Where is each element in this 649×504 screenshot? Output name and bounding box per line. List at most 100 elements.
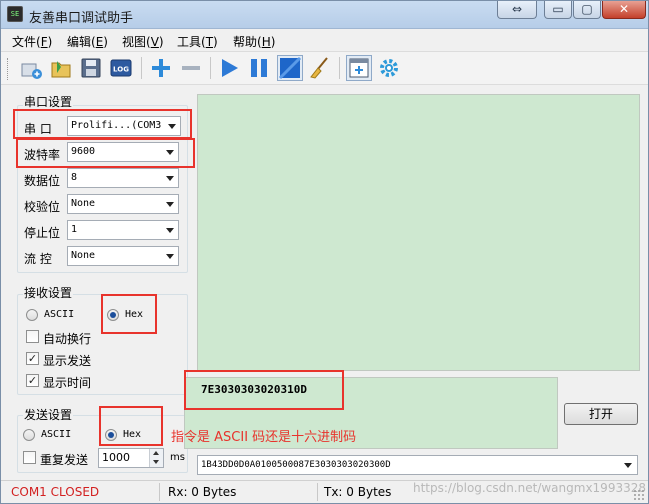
stop-bits-select-value: 1 xyxy=(71,224,78,235)
send-text-highlight-box xyxy=(184,370,344,410)
menu-bar: 文件(F) 编辑(E) 视图(V) 工具(T) 帮助(H) xyxy=(1,30,648,50)
baud-highlight-box xyxy=(16,138,195,168)
parity-select[interactable]: None xyxy=(67,194,179,214)
toolbar-separator xyxy=(141,57,142,79)
status-separator xyxy=(317,483,318,501)
serial-settings-title: 串口设置 xyxy=(23,93,74,110)
menu-file[interactable]: 文件(F) xyxy=(12,33,52,50)
title-bar[interactable]: SE 友善串口调试助手 ⇔ ▭ ▢ ✕ xyxy=(1,1,648,29)
remove-icon[interactable] xyxy=(178,55,204,81)
menu-file-label: 文件( xyxy=(12,35,41,49)
settings-gear-icon[interactable] xyxy=(376,55,402,81)
menu-help-label: 帮助( xyxy=(233,35,262,49)
toolbar-grip[interactable] xyxy=(7,58,10,80)
receive-ascii-radio[interactable] xyxy=(26,309,38,321)
receive-ascii-label: ASCII xyxy=(44,309,75,320)
menu-help-key: H xyxy=(261,35,271,49)
stop-bits-label: 停止位 xyxy=(24,226,61,240)
clear-broom-icon[interactable] xyxy=(307,55,333,81)
chevron-down-icon xyxy=(166,228,174,233)
flow-select[interactable]: None xyxy=(67,246,179,266)
open-port-button[interactable]: 打开 xyxy=(564,403,638,425)
send-ascii-label: ASCII xyxy=(41,429,72,440)
menu-file-key: F xyxy=(40,35,48,49)
send-ascii-radio[interactable] xyxy=(23,429,35,441)
send-hex-highlight-box xyxy=(99,406,163,446)
log-icon[interactable]: LOG xyxy=(108,55,134,81)
repeat-send-label: 重复发送 xyxy=(40,453,89,467)
show-send-label: 显示发送 xyxy=(43,354,92,368)
window-title: 友善串口调试助手 xyxy=(29,11,134,26)
menu-tools[interactable]: 工具(T) xyxy=(177,33,218,50)
chevron-down-icon xyxy=(166,176,174,181)
maximize-button[interactable]: ▢ xyxy=(573,1,601,19)
menu-tools-end: ) xyxy=(213,35,218,49)
app-logo-icon: SE xyxy=(7,6,23,22)
chevron-down-icon xyxy=(166,202,174,207)
data-bits-select[interactable]: 8 xyxy=(67,168,179,188)
add-icon[interactable] xyxy=(148,55,174,81)
menu-edit[interactable]: 编辑(E) xyxy=(67,33,108,50)
save-icon[interactable] xyxy=(78,55,104,81)
new-window-icon[interactable] xyxy=(346,55,372,81)
send-history-value: 1B43DD0D0A0100500087E3030303020300D xyxy=(201,460,391,470)
decrement-arrow-icon[interactable] xyxy=(149,458,163,467)
flow-select-value: None xyxy=(71,250,96,261)
auto-wrap-label: 自动换行 xyxy=(43,332,92,346)
menu-file-end: ) xyxy=(47,35,53,49)
repeat-send-checkbox[interactable] xyxy=(23,451,36,464)
port-highlight-box xyxy=(13,109,192,139)
log-icon-text: LOG xyxy=(113,66,129,74)
window-icon[interactable] xyxy=(277,55,303,81)
repeat-interval-stepper[interactable]: 1000 xyxy=(98,448,164,468)
chevron-down-icon xyxy=(166,254,174,259)
new-connection-icon[interactable] xyxy=(18,55,44,81)
receive-display-area[interactable] xyxy=(197,94,640,371)
data-bits-select-value: 8 xyxy=(71,172,78,183)
menu-tools-key: T xyxy=(205,35,214,49)
menu-edit-label: 编辑( xyxy=(67,35,96,49)
app-window: SE 友善串口调试助手 ⇔ ▭ ▢ ✕ 文件(F) 编辑(E) 视图(V) 工具… xyxy=(0,0,649,504)
menu-tools-label: 工具( xyxy=(177,35,206,49)
flow-label: 流 控 xyxy=(24,252,52,266)
stop-bits-select[interactable]: 1 xyxy=(67,220,179,240)
parity-label: 校验位 xyxy=(24,200,61,214)
toolbar-separator xyxy=(339,57,340,79)
watermark-text: https://blog.csdn.net/wangmx1993328 xyxy=(413,481,646,495)
show-time-label: 显示时间 xyxy=(43,376,92,390)
menu-help-end: ) xyxy=(270,35,276,49)
tx-count-text: Tx: 0 Bytes xyxy=(324,485,392,499)
toolbar: LOG xyxy=(1,51,648,85)
menu-help[interactable]: 帮助(H) xyxy=(233,33,275,50)
menu-view-end: ) xyxy=(158,35,164,49)
annotation-text: 指令是 ASCII 码还是十六进制码 xyxy=(171,430,357,445)
menu-edit-end: ) xyxy=(103,35,108,49)
menu-view[interactable]: 视图(V) xyxy=(122,33,164,50)
increment-arrow-icon[interactable] xyxy=(149,449,163,458)
chevron-down-icon xyxy=(624,463,632,468)
send-settings-title: 发送设置 xyxy=(23,406,74,423)
show-time-checkbox[interactable]: ✓ xyxy=(26,374,39,387)
interval-unit-label: ms xyxy=(170,452,185,463)
menu-view-key: V xyxy=(150,35,159,49)
repeat-interval-value: 1000 xyxy=(102,451,130,464)
menu-view-label: 视图( xyxy=(122,35,151,49)
rx-count-text: Rx: 0 Bytes xyxy=(168,485,237,499)
status-separator xyxy=(159,483,160,501)
send-history-select[interactable]: 1B43DD0D0A0100500087E3030303020300D xyxy=(197,455,638,475)
parity-select-value: None xyxy=(71,198,96,209)
toolbar-separator xyxy=(210,57,211,79)
restore-size-button[interactable]: ⇔ xyxy=(497,1,537,19)
data-bits-label: 数据位 xyxy=(24,174,61,188)
play-icon[interactable] xyxy=(216,55,242,81)
close-button[interactable]: ✕ xyxy=(602,1,646,19)
receive-settings-title: 接收设置 xyxy=(23,284,74,301)
resize-grip-icon[interactable] xyxy=(633,489,645,501)
receive-hex-highlight-box xyxy=(101,294,157,334)
open-folder-icon[interactable] xyxy=(48,55,74,81)
minimize-button[interactable]: ▭ xyxy=(544,1,572,19)
port-status-text: COM1 CLOSED xyxy=(11,485,100,499)
auto-wrap-checkbox[interactable] xyxy=(26,330,39,343)
pause-icon[interactable] xyxy=(246,55,272,81)
show-send-checkbox[interactable]: ✓ xyxy=(26,352,39,365)
